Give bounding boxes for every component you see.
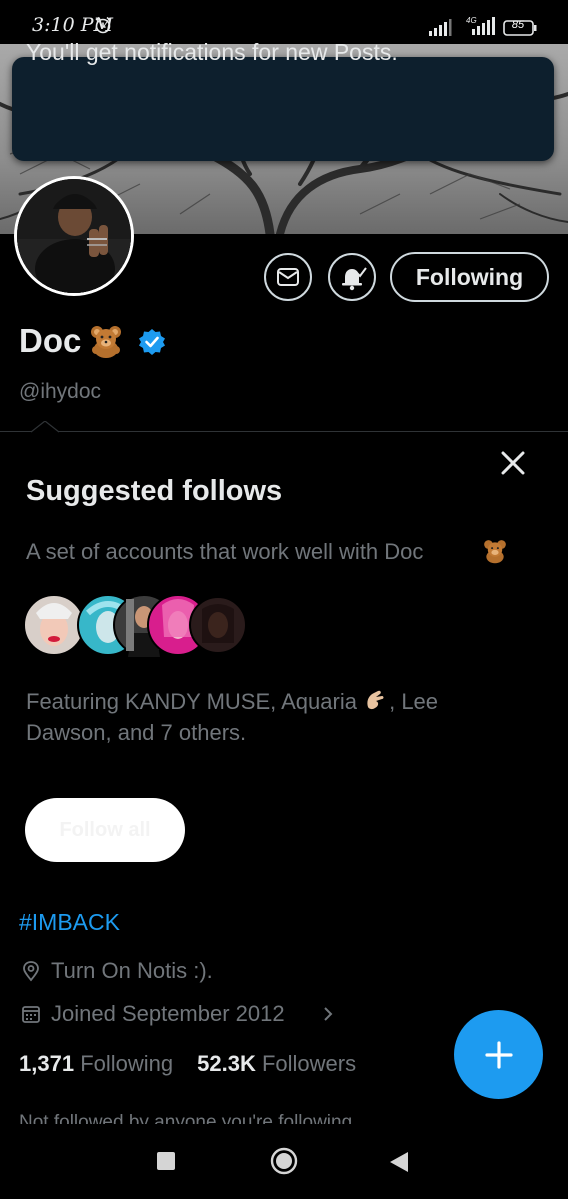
followers-count: 52.3K bbox=[197, 1051, 256, 1076]
suggested-avatars[interactable] bbox=[24, 593, 254, 657]
alarm-icon bbox=[95, 16, 111, 34]
featuring-text: Featuring KANDY MUSE, Aquaria , Lee Daws… bbox=[26, 686, 496, 748]
envelope-icon bbox=[277, 268, 299, 286]
notification-toast bbox=[12, 57, 554, 161]
signal-icon bbox=[429, 19, 452, 36]
teddy-bear-emoji bbox=[91, 326, 121, 358]
profile-handle: @ihydoc bbox=[19, 380, 102, 403]
following-label: Following bbox=[80, 1051, 174, 1076]
bell-check-icon bbox=[342, 267, 367, 291]
compose-button[interactable] bbox=[454, 1010, 543, 1099]
avatar-dark bbox=[189, 596, 247, 654]
recent-apps-button[interactable] bbox=[157, 1152, 175, 1170]
avatar-photo bbox=[17, 179, 131, 293]
followers-label: Followers bbox=[261, 1051, 357, 1076]
follow-stats: 1,371 Following 52.3K Followers bbox=[19, 1051, 356, 1077]
suggested-follows-title: Suggested follows bbox=[26, 475, 283, 507]
close-icon[interactable] bbox=[498, 448, 528, 478]
featuring-prefix: Featuring KANDY MUSE, Aquaria bbox=[26, 689, 357, 714]
plus-icon bbox=[484, 1040, 513, 1069]
avatar-kandy-muse bbox=[24, 594, 85, 656]
message-button[interactable] bbox=[264, 253, 312, 301]
not-followed-notice: Not followed by anyone you're following bbox=[19, 1112, 353, 1124]
back-button[interactable] bbox=[388, 1150, 410, 1174]
notifications-button[interactable] bbox=[328, 253, 376, 301]
following-stat[interactable]: 1,371 Following bbox=[19, 1051, 173, 1076]
follow-all-button[interactable]: Follow all bbox=[25, 798, 185, 862]
following-button[interactable]: Following bbox=[390, 252, 549, 302]
teddy-bear-emoji bbox=[484, 540, 506, 564]
home-button[interactable] bbox=[269, 1146, 299, 1176]
display-name: Doc bbox=[19, 322, 82, 359]
battery-level: 85 bbox=[511, 19, 525, 31]
calendar-icon bbox=[22, 1006, 40, 1023]
suggested-follows-subtitle: A set of accounts that work well with Do… bbox=[26, 539, 424, 564]
toast-message: You'll get notifications for new Posts. bbox=[26, 39, 398, 65]
avatar[interactable] bbox=[14, 176, 134, 296]
profile-location: Turn On Notis :). bbox=[51, 958, 213, 983]
section-divider bbox=[0, 431, 568, 432]
following-count: 1,371 bbox=[19, 1051, 75, 1076]
caret-pointer bbox=[31, 421, 59, 433]
pinching-hand-emoji bbox=[367, 690, 384, 710]
verified-badge-icon[interactable] bbox=[138, 328, 166, 356]
chevron-right-icon[interactable] bbox=[320, 1004, 336, 1024]
joined-date[interactable]: Joined September 2012 bbox=[51, 1001, 285, 1027]
signal-4g-icon bbox=[472, 17, 495, 35]
location-pin-icon bbox=[23, 961, 39, 982]
followers-stat[interactable]: 52.3K Followers bbox=[197, 1051, 356, 1076]
bio-hashtag-link[interactable]: #IMBACK bbox=[19, 909, 120, 936]
